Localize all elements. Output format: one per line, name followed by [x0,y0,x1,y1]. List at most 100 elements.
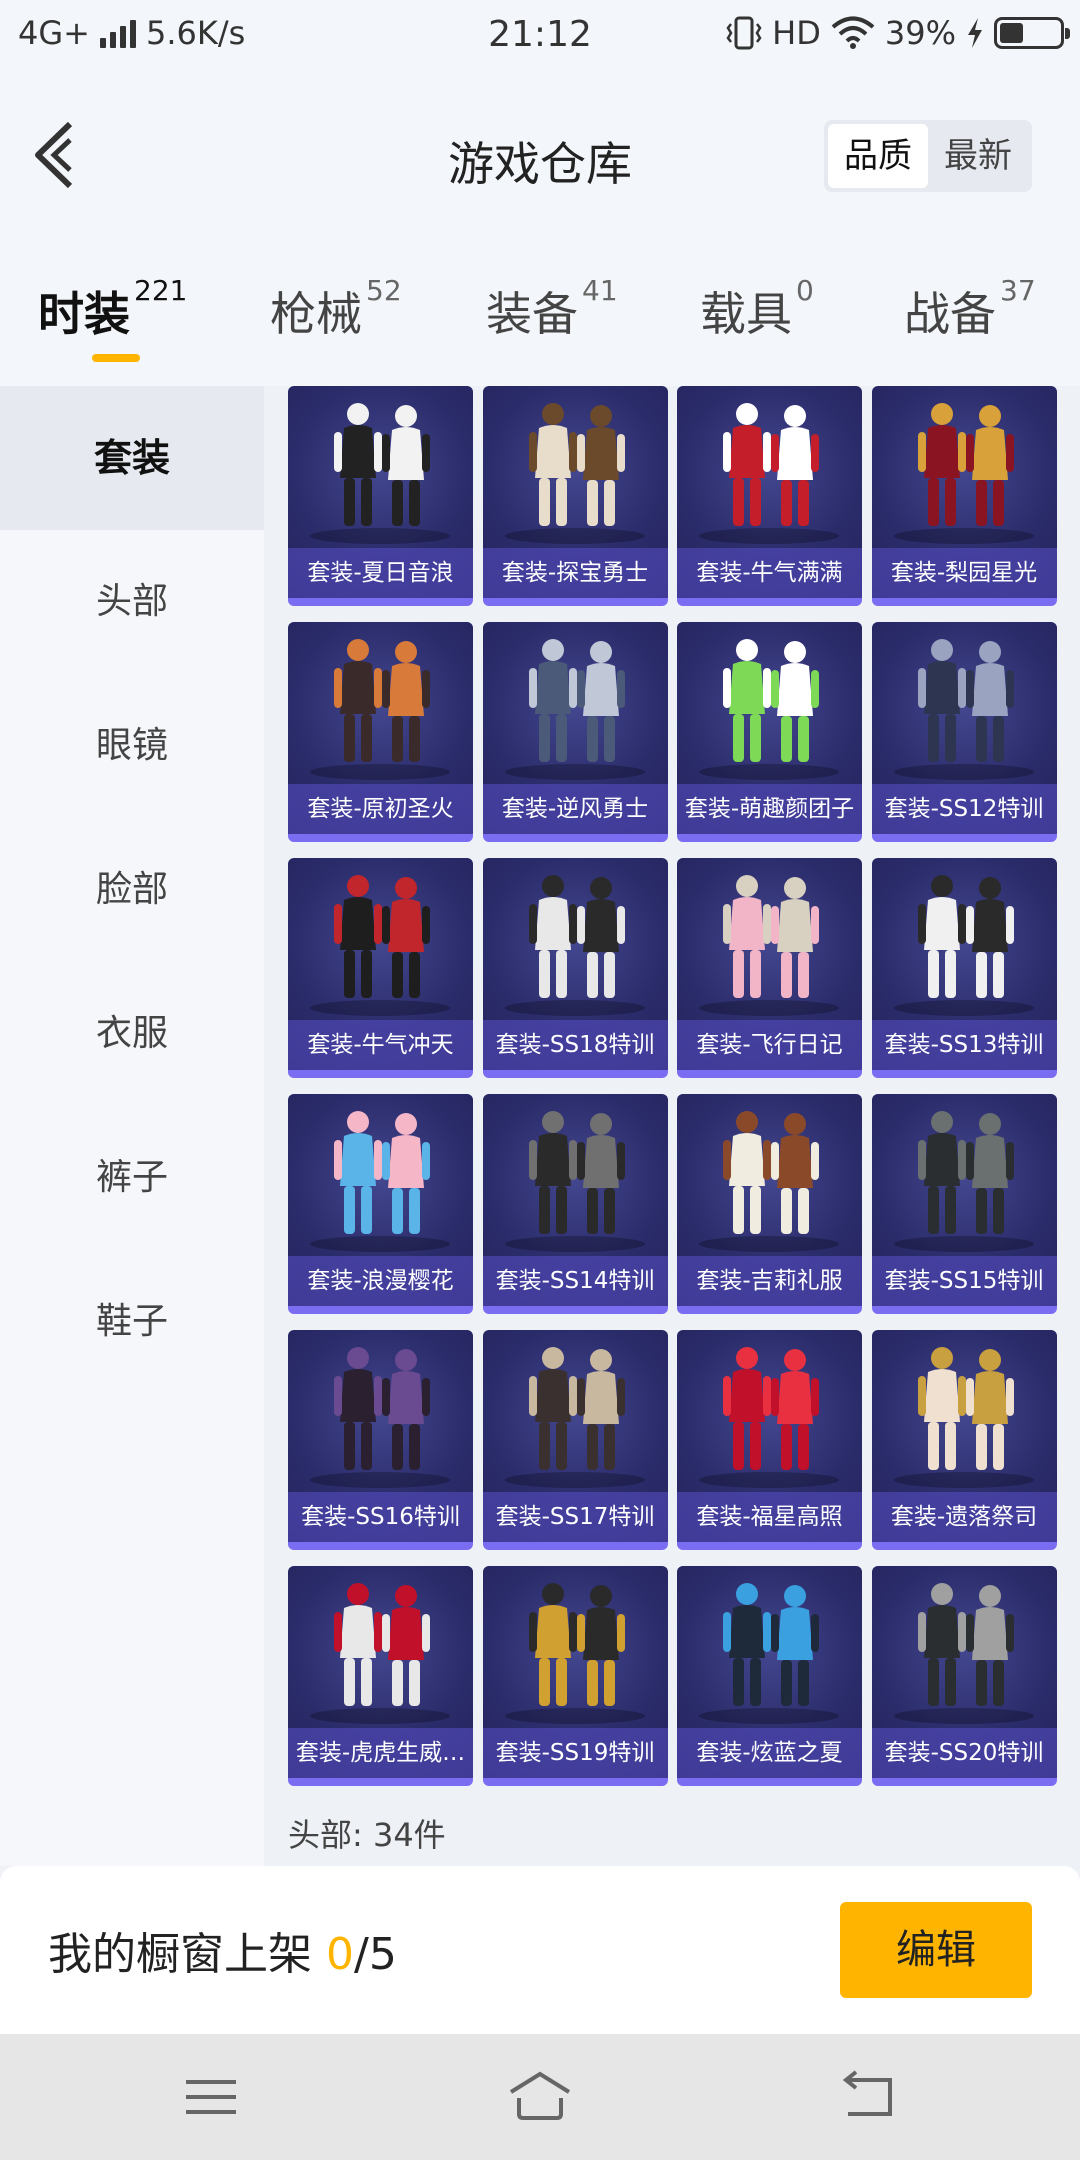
outfit-thumbnail [699,1583,839,1724]
tab-supplies[interactable]: 战备 37 [904,274,1036,344]
suit-card[interactable]: 套装-原初圣火 [288,622,473,842]
sidebar-item-clothes[interactable]: 衣服 [0,962,264,1106]
suit-card[interactable]: 套装-浪漫樱花 [288,1094,473,1314]
suit-card[interactable]: 套装-飞行日记 [677,858,862,1078]
showcase-bar: 我的橱窗上架 0/5 编辑 [0,1866,1080,2034]
suit-card-label: 套装-SS12特训 [871,784,1057,834]
home-icon[interactable] [505,2064,575,2130]
suit-card[interactable]: 套装-SS14特训 [482,1094,668,1314]
outfit-thumbnail [504,1111,645,1252]
battery-fill [1000,23,1023,43]
suit-card[interactable]: 套装-SS20特训 [871,1566,1057,1786]
sidebar: 套装 头部 眼镜 脸部 衣服 裤子 鞋子 [0,386,264,1866]
suit-card[interactable]: 套装-SS16特训 [288,1330,473,1550]
suit-card[interactable]: 套装-夏日音浪 [288,386,473,606]
section-count: 头部: 34件 [288,1816,446,1854]
outfit-thumbnail [310,1347,450,1488]
suit-card[interactable]: 套装-牛气满满 [677,386,862,606]
outfit-thumbnail [310,1583,450,1724]
edit-button[interactable]: 编辑 [840,1902,1032,1998]
network-speed: 5.6K/s [145,14,246,52]
suit-card[interactable]: 套装-SS18特训 [482,858,668,1078]
suit-card[interactable]: 套装-梨园星光 [871,386,1057,606]
suit-card[interactable]: 套装-遗落祭司 [871,1330,1057,1550]
suit-card-label: 套装-逆风勇士 [482,784,668,834]
suit-card[interactable]: 套装-牛气冲天 [288,858,473,1078]
outfit-thumbnail [699,403,839,544]
outfit-thumbnail [893,1347,1034,1488]
suit-card-label: 套装-SS18特训 [482,1020,668,1070]
suit-card-label: 套装-梨园星光 [871,548,1057,598]
suit-card[interactable]: 套装-萌趣颜团子 [677,622,862,842]
outfit-thumbnail [310,639,450,780]
outfit-thumbnail [504,875,645,1016]
suit-card[interactable]: 套装-SS15特训 [871,1094,1057,1314]
tab-label: 载具 [700,287,792,341]
network-type: 4G+ [18,14,90,52]
outfit-thumbnail [893,875,1034,1016]
status-right: HD 39% [726,14,1070,52]
wifi-icon [831,16,875,49]
outfit-thumbnail [504,1347,645,1488]
outfit-thumbnail [504,403,645,544]
menu-icon[interactable] [176,2064,246,2130]
outfit-thumbnail [893,1583,1034,1724]
suit-card-label: 套装-SS15特训 [871,1256,1057,1306]
tab-count: 37 [1000,274,1036,307]
suit-card-label: 套装-原初圣火 [288,784,473,834]
outfit-thumbnail [699,639,839,780]
suit-card-label: 套装-SS20特训 [871,1728,1057,1778]
tab-label: 枪械 [270,287,362,341]
suit-card-label: 套装-福星高照 [677,1492,862,1542]
suit-card[interactable]: 套装-SS12特训 [871,622,1057,842]
suit-card-label: 套装-夏日音浪 [288,548,473,598]
tab-label: 时装 [38,287,130,341]
tab-label: 战备 [904,287,996,341]
back-icon[interactable] [30,120,90,190]
outfit-thumbnail [699,1347,839,1488]
sort-newest-button[interactable]: 最新 [928,124,1028,188]
outfit-thumbnail [893,1111,1034,1252]
back-nav-icon[interactable] [834,2064,904,2130]
charging-icon [968,18,982,48]
sidebar-item-face[interactable]: 脸部 [0,818,264,962]
tab-fashion[interactable]: 时装 221 [38,274,187,344]
suit-card-label: 套装-牛气满满 [677,548,862,598]
tab-equipment[interactable]: 装备 41 [486,274,618,344]
sidebar-item-glasses[interactable]: 眼镜 [0,674,264,818]
suit-card[interactable]: 套装-SS17特训 [482,1330,668,1550]
sidebar-item-shoes[interactable]: 鞋子 [0,1250,264,1394]
suit-card[interactable]: 套装-炫蓝之夏 [677,1566,862,1786]
outfit-thumbnail [504,639,645,780]
suit-card-label: 套装-萌趣颜团子 [677,784,862,834]
tab-guns[interactable]: 枪械 52 [270,274,402,344]
sort-quality-button[interactable]: 品质 [828,124,928,188]
showcase-label: 我的橱窗上架 [48,1929,326,1980]
outfit-thumbnail [310,1111,450,1252]
battery-percent: 39% [884,14,956,52]
tab-count: 52 [366,274,402,307]
status-bar: 4G+ 5.6K/s 21:12 HD 39% [0,0,1080,80]
sidebar-item-suits[interactable]: 套装 [0,386,264,530]
suit-card[interactable]: 套装-逆风勇士 [482,622,668,842]
header: 游戏仓库 品质 最新 [0,80,1080,230]
suit-card-label: 套装-牛气冲天 [288,1020,473,1070]
suit-card[interactable]: 套装-福星高照 [677,1330,862,1550]
tab-vehicles[interactable]: 载具 0 [700,274,814,344]
active-tab-indicator [92,354,140,362]
suit-card-label: 套装-飞行日记 [677,1020,862,1070]
suit-card[interactable]: 套装-SS13特训 [871,858,1057,1078]
status-left: 4G+ 5.6K/s [18,14,245,52]
battery-icon [994,17,1070,49]
suit-card[interactable]: 套装-SS19特训 [482,1566,668,1786]
suit-card[interactable]: 套装-虎虎生威… [288,1566,473,1786]
sidebar-item-pants[interactable]: 裤子 [0,1106,264,1250]
tab-count: 221 [134,274,188,307]
outfit-thumbnail [310,875,450,1016]
suit-card[interactable]: 套装-探宝勇士 [482,386,668,606]
suit-card-label: 套装-炫蓝之夏 [677,1728,862,1778]
system-nav-bar [0,2034,1080,2160]
sidebar-item-head[interactable]: 头部 [0,530,264,674]
suit-card[interactable]: 套装-吉莉礼服 [677,1094,862,1314]
outfit-thumbnail [504,1583,645,1724]
